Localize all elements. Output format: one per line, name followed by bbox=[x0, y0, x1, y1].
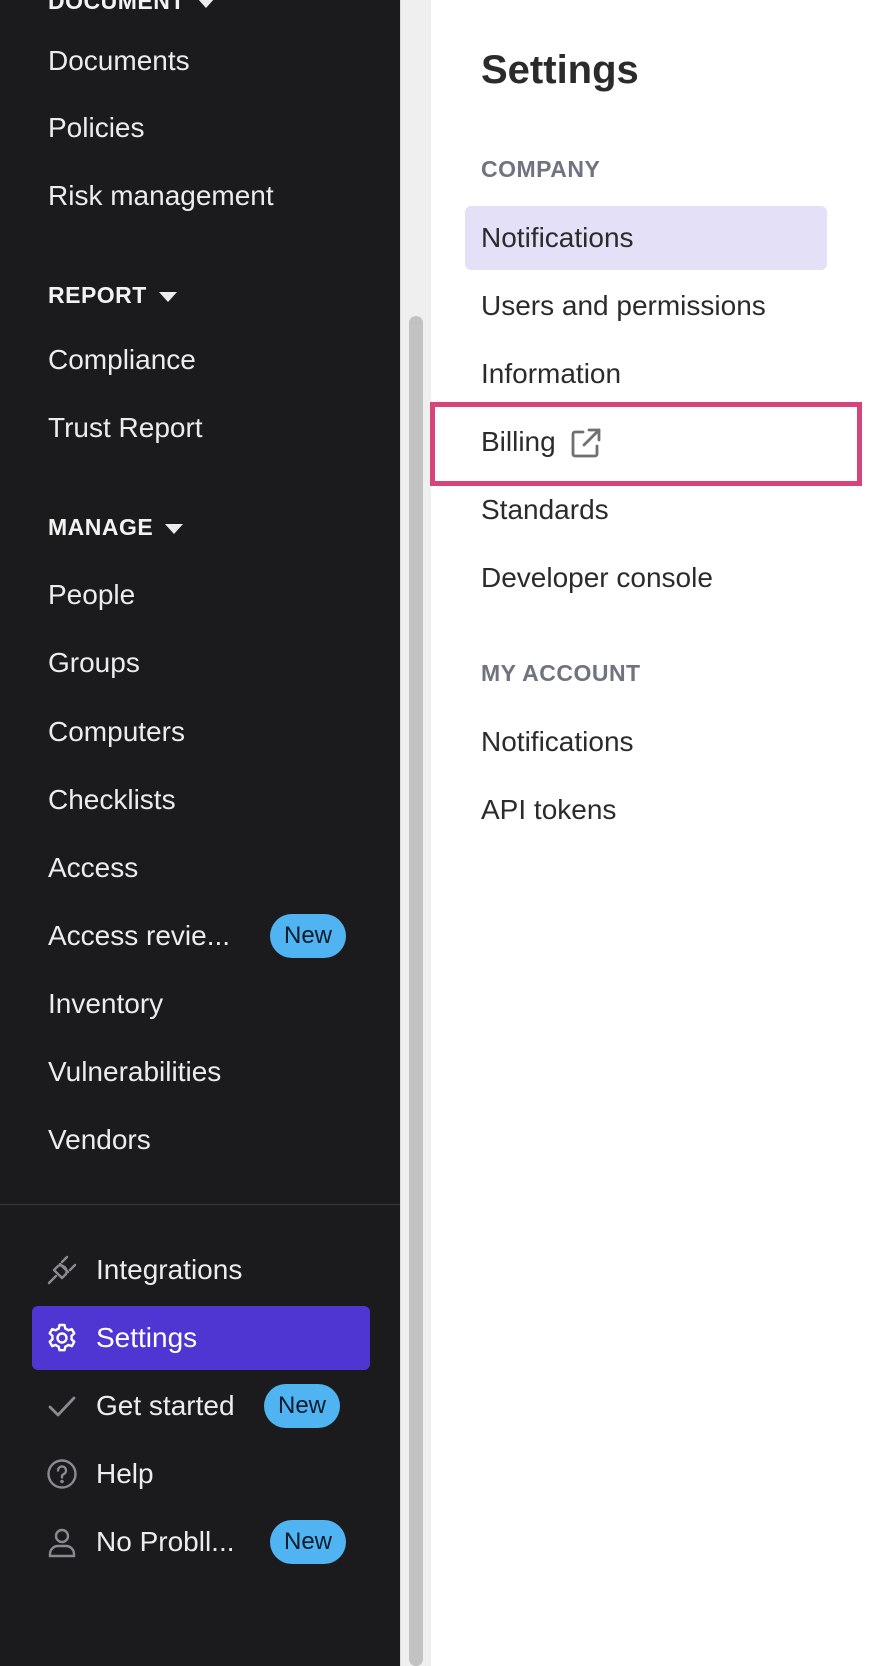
section-header-document[interactable]: DOCUMENT bbox=[48, 0, 215, 16]
help-circle-icon bbox=[46, 1458, 78, 1490]
sidebar-item-documents[interactable]: Documents bbox=[48, 41, 190, 81]
check-icon bbox=[46, 1390, 78, 1422]
new-badge: New bbox=[270, 1520, 347, 1564]
sidebar-item-label: Settings bbox=[96, 1322, 198, 1353]
page-title: Settings bbox=[481, 48, 639, 92]
section-header-label: MANAGE bbox=[48, 514, 154, 540]
sidebar-item-label: Help bbox=[96, 1458, 154, 1489]
sidebar-item-people[interactable]: People bbox=[48, 575, 135, 615]
sidebar-item-get-started[interactable]: Get started New bbox=[32, 1374, 370, 1438]
sidebar-item-trust-report[interactable]: Trust Report bbox=[48, 408, 203, 448]
caret-down-icon bbox=[165, 523, 184, 534]
section-header-manage[interactable]: MANAGE bbox=[48, 512, 184, 542]
sidebar-item-label: No Probll... bbox=[96, 1526, 235, 1557]
gear-icon bbox=[46, 1322, 78, 1354]
sidebar-item-groups[interactable]: Groups bbox=[48, 643, 140, 683]
sidebar-item-access-reviews[interactable]: Access revie... bbox=[48, 916, 230, 956]
plug-icon bbox=[46, 1254, 78, 1286]
sidebar-item-compliance[interactable]: Compliance bbox=[48, 340, 196, 380]
settings-item-label: Information bbox=[481, 358, 622, 389]
sidebar-item-account[interactable]: No Probll... New bbox=[32, 1510, 370, 1574]
caret-down-icon bbox=[158, 291, 177, 302]
billing-highlight bbox=[430, 402, 862, 486]
settings-panel: Settings COMPANY Notifications Users and… bbox=[431, 0, 870, 1666]
sidebar-item-vendors[interactable]: Vendors bbox=[48, 1120, 151, 1160]
sidebar-item-checklists[interactable]: Checklists bbox=[48, 780, 176, 820]
sidebar-item-integrations[interactable]: Integrations bbox=[32, 1238, 370, 1302]
sidebar-item-help[interactable]: Help bbox=[32, 1442, 370, 1506]
sidebar-item-settings[interactable]: Settings bbox=[32, 1306, 370, 1370]
sidebar-item-inventory[interactable]: Inventory bbox=[48, 984, 163, 1024]
section-header-my-account: MY ACCOUNT bbox=[481, 660, 641, 686]
settings-item-label: Notifications bbox=[481, 726, 634, 757]
settings-item-standards[interactable]: Standards bbox=[465, 478, 827, 542]
section-header-company: COMPANY bbox=[481, 156, 601, 182]
caret-down-icon bbox=[196, 0, 215, 8]
sidebar-divider bbox=[0, 1204, 400, 1205]
section-header-report[interactable]: REPORT bbox=[48, 280, 177, 310]
section-header-label: REPORT bbox=[48, 282, 147, 308]
sidebar-item-label: Integrations bbox=[96, 1254, 243, 1285]
sidebar-item-vulnerabilities[interactable]: Vulnerabilities bbox=[48, 1052, 221, 1092]
settings-item-api-tokens[interactable]: API tokens bbox=[465, 778, 827, 842]
settings-item-label: Notifications bbox=[481, 222, 634, 253]
user-icon bbox=[46, 1526, 78, 1558]
settings-item-label: Developer console bbox=[481, 562, 713, 593]
section-header-label: DOCUMENT bbox=[48, 0, 185, 14]
sidebar: DOCUMENT Documents Policies Risk managem… bbox=[0, 0, 400, 1666]
sidebar-item-policies[interactable]: Policies bbox=[48, 108, 144, 148]
settings-item-information[interactable]: Information bbox=[465, 342, 827, 406]
settings-item-label: Users and permissions bbox=[481, 290, 766, 321]
new-badge: New bbox=[270, 914, 347, 958]
settings-item-account-notifications[interactable]: Notifications bbox=[465, 710, 827, 774]
sidebar-item-access[interactable]: Access bbox=[48, 848, 138, 888]
sidebar-item-computers[interactable]: Computers bbox=[48, 712, 185, 752]
settings-item-developer-console[interactable]: Developer console bbox=[465, 546, 827, 610]
settings-item-users-permissions[interactable]: Users and permissions bbox=[465, 274, 827, 338]
sidebar-item-risk-management[interactable]: Risk management bbox=[48, 176, 274, 216]
settings-item-label: API tokens bbox=[481, 794, 617, 825]
new-badge: New bbox=[264, 1384, 341, 1428]
settings-item-notifications[interactable]: Notifications bbox=[465, 206, 827, 270]
sidebar-item-label: Get started bbox=[96, 1390, 235, 1421]
settings-item-label: Standards bbox=[481, 494, 609, 525]
sidebar-scrollbar-thumb[interactable] bbox=[409, 316, 423, 1666]
